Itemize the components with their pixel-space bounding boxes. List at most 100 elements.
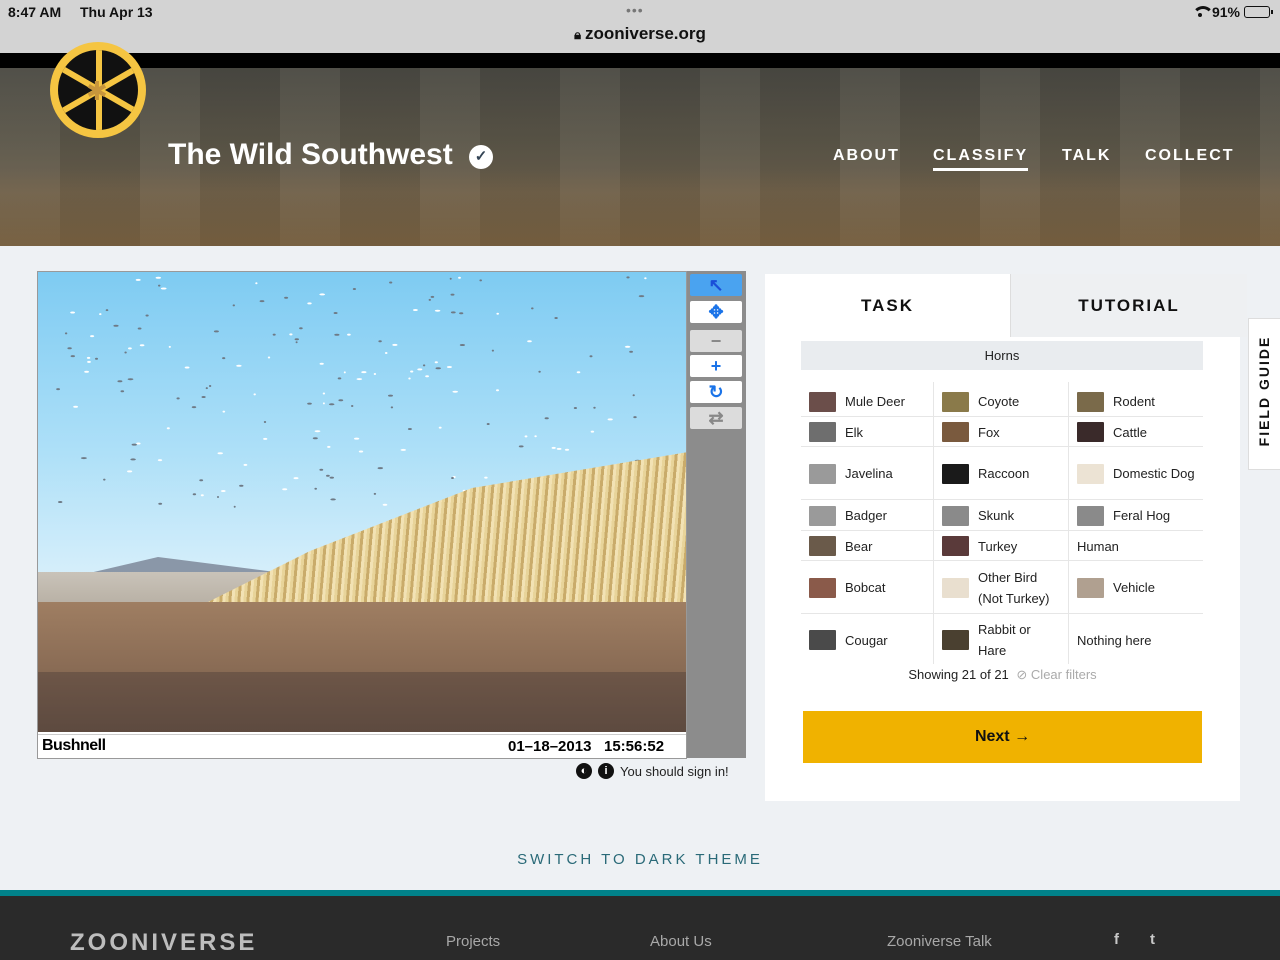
bird bbox=[329, 476, 334, 479]
bird bbox=[328, 403, 335, 406]
zooniverse-logo[interactable]: ZOONIVERSE bbox=[70, 929, 257, 957]
choice-thumbnail bbox=[1077, 422, 1104, 442]
nav-classify[interactable]: CLASSIFY bbox=[933, 147, 1029, 171]
project-title[interactable]: The Wild Southwest bbox=[168, 138, 453, 172]
project-logo[interactable]: ✱ bbox=[50, 42, 146, 138]
choice-item[interactable]: Raccoon bbox=[942, 447, 1067, 500]
choice-item[interactable]: Human bbox=[1077, 531, 1202, 561]
clear-filters-button[interactable]: ⊘ Clear filters bbox=[1016, 667, 1096, 682]
bird bbox=[334, 333, 340, 336]
choice-item[interactable]: Rodent bbox=[1077, 386, 1202, 417]
choice-item[interactable]: Feral Hog bbox=[1077, 500, 1202, 531]
bird bbox=[452, 390, 459, 393]
choice-label: Elk bbox=[845, 424, 864, 440]
choice-item[interactable]: Bobcat bbox=[809, 561, 934, 614]
choice-item[interactable]: Turkey bbox=[942, 531, 1067, 561]
bird bbox=[449, 277, 452, 280]
info-icon[interactable]: i bbox=[598, 763, 614, 779]
bird bbox=[64, 332, 68, 335]
bird bbox=[450, 293, 455, 296]
header-background-overlay bbox=[0, 168, 1280, 246]
choice-thumbnail bbox=[809, 391, 836, 412]
bird bbox=[524, 435, 528, 438]
choice-item[interactable]: Cattle bbox=[1077, 417, 1202, 447]
bird bbox=[139, 344, 145, 347]
bird bbox=[422, 364, 426, 367]
zoom-in-icon[interactable]: + bbox=[690, 355, 742, 377]
filter-horns[interactable]: Horns bbox=[801, 341, 1203, 370]
grid-divider bbox=[1068, 382, 1069, 664]
bird bbox=[135, 278, 141, 281]
zoom-out-icon[interactable]: − bbox=[690, 330, 742, 352]
bird bbox=[458, 276, 461, 279]
choice-item[interactable]: Javelina bbox=[809, 447, 934, 500]
more-dots-icon[interactable]: ••• bbox=[626, 2, 644, 18]
nav-talk[interactable]: TALK bbox=[1062, 147, 1111, 165]
bird bbox=[217, 496, 219, 498]
twitter-icon[interactable]: t bbox=[1150, 931, 1155, 948]
subject-image[interactable]: Bushnell 01–18–2013 15:56:52 bbox=[37, 271, 687, 759]
switch-theme-button[interactable]: SWITCH TO DARK THEME bbox=[0, 851, 1280, 868]
bird bbox=[410, 370, 414, 373]
footer-link-talk[interactable]: Zooniverse Talk bbox=[887, 933, 992, 950]
nav-about[interactable]: ABOUT bbox=[833, 147, 900, 165]
bird bbox=[299, 327, 303, 330]
choice-item[interactable]: Elk bbox=[809, 417, 934, 447]
bird bbox=[573, 407, 578, 409]
bird bbox=[496, 389, 499, 392]
contrast-icon[interactable]: ◐ bbox=[576, 763, 592, 779]
field-guide-tab[interactable]: FIELD GUIDE bbox=[1248, 318, 1280, 470]
choice-item[interactable]: Vehicle bbox=[1077, 561, 1202, 614]
bird bbox=[518, 445, 524, 448]
choice-label: Coyote bbox=[978, 394, 1020, 409]
next-button[interactable]: Next → bbox=[803, 711, 1202, 763]
bird bbox=[390, 406, 394, 409]
choice-item[interactable]: Rabbit or Hare bbox=[942, 614, 1067, 666]
field-guide-label: FIELD GUIDE bbox=[1256, 335, 1272, 447]
reset-icon[interactable]: ⇄ bbox=[690, 407, 742, 429]
sign-in-text[interactable]: You should sign in! bbox=[620, 764, 729, 779]
facebook-icon[interactable]: f bbox=[1114, 931, 1119, 948]
bird bbox=[127, 378, 134, 381]
bird bbox=[70, 355, 75, 358]
choice-item[interactable]: Badger bbox=[809, 500, 934, 531]
choice-item[interactable]: Other Bird (Not Turkey) bbox=[942, 561, 1067, 614]
choice-item[interactable]: Cougar bbox=[809, 614, 934, 666]
bird bbox=[347, 333, 351, 336]
choice-thumbnail bbox=[809, 463, 836, 484]
footer-link-projects[interactable]: Projects bbox=[446, 933, 500, 950]
bird bbox=[294, 338, 299, 341]
logo-aperture: ✱ bbox=[58, 50, 138, 130]
bird bbox=[491, 349, 494, 352]
footer-link-about[interactable]: About Us bbox=[650, 933, 712, 950]
divider bbox=[0, 53, 1280, 68]
bird bbox=[382, 503, 388, 506]
rotate-icon[interactable]: ↻ bbox=[690, 381, 742, 403]
bird bbox=[199, 479, 204, 482]
bird bbox=[361, 371, 367, 374]
pan-tool-icon[interactable]: ✥ bbox=[690, 301, 742, 323]
bird bbox=[70, 311, 75, 314]
bird bbox=[624, 345, 631, 348]
camera-date: 01–18–2013 bbox=[508, 738, 592, 755]
pointer-tool-icon[interactable]: ↖ bbox=[690, 274, 742, 296]
choice-item[interactable]: Coyote bbox=[942, 386, 1067, 417]
bird bbox=[384, 352, 388, 354]
choice-item[interactable]: Fox bbox=[942, 417, 1067, 447]
nav-collect[interactable]: COLLECT bbox=[1145, 147, 1235, 165]
tab-tutorial[interactable]: TUTORIAL bbox=[1010, 274, 1247, 337]
choice-item[interactable]: Bear bbox=[809, 531, 934, 561]
bird bbox=[80, 457, 87, 460]
choice-thumbnail bbox=[942, 463, 969, 484]
bird bbox=[312, 437, 318, 440]
choice-item[interactable]: Domestic Dog bbox=[1077, 447, 1202, 500]
camera-time: 15:56:52 bbox=[604, 738, 665, 755]
bird bbox=[263, 421, 267, 423]
url-bar[interactable]: 🔒︎ zooniverse.org bbox=[0, 24, 1280, 44]
bird bbox=[551, 446, 556, 449]
tab-task[interactable]: TASK bbox=[765, 274, 1010, 337]
choice-item[interactable]: Mule Deer bbox=[809, 386, 934, 417]
choice-item[interactable]: Nothing here bbox=[1077, 614, 1202, 666]
bird bbox=[632, 394, 635, 397]
choice-item[interactable]: Skunk bbox=[942, 500, 1067, 531]
